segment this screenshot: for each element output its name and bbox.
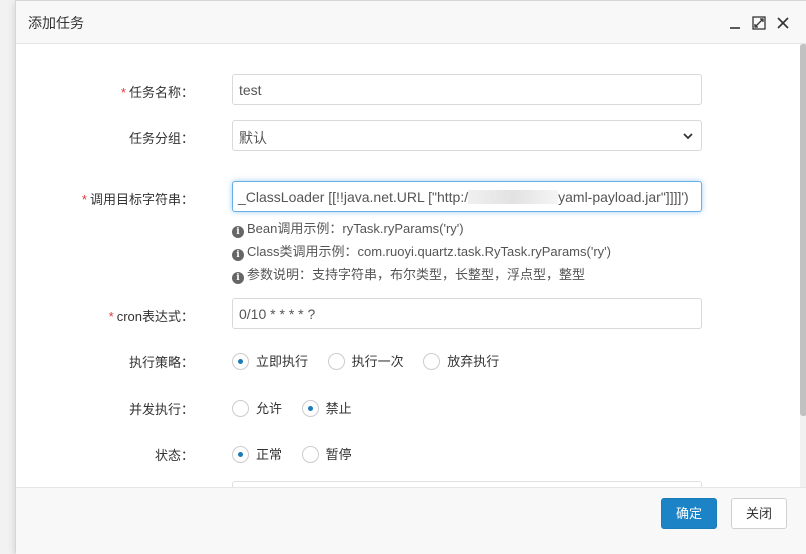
status-radio-group: 正常 暂停 (232, 444, 368, 463)
concurrent-label: 并发执行： (128, 402, 194, 417)
info-icon: i (232, 272, 244, 284)
concurrent-radio-group: 允许 禁止 (232, 398, 368, 417)
required-marker: * (81, 192, 87, 207)
help-class: i Class类调用示例：com.ruoyi.quartz.task.RyTask… (232, 241, 611, 261)
misfire-option-abandon[interactable]: 放弃执行 (423, 351, 499, 370)
radio-unchecked-icon (423, 353, 441, 370)
radio-checked-icon (232, 353, 249, 370)
radio-unchecked-icon (327, 353, 345, 370)
add-task-dialog: 添加任务 * 任务名称： test 任务分组： 默认 * 调用目标字符串： _Cla… (15, 0, 806, 554)
close-button[interactable]: 关闭 (731, 498, 787, 529)
status-option-normal[interactable]: 正常 (232, 444, 282, 463)
cron-input[interactable]: 0/10 * * * * ? (232, 298, 702, 329)
maximize-icon[interactable] (751, 15, 767, 31)
status-option-paused[interactable]: 暂停 (301, 444, 352, 463)
required-marker: * (108, 309, 114, 324)
chevron-down-icon (683, 133, 693, 140)
confirm-button[interactable]: 确定 (661, 498, 717, 529)
radio-checked-icon (301, 400, 319, 417)
status-label: 状态： (154, 448, 194, 463)
scrollbar[interactable] (800, 44, 806, 487)
required-marker: * (120, 85, 126, 100)
misfire-label: 执行策略： (128, 355, 194, 370)
help-params: i 参数说明：支持字符串，布尔类型，长整型，浮点型，整型 (232, 264, 585, 284)
info-icon: i (232, 226, 244, 238)
minimize-icon[interactable] (727, 15, 743, 31)
misfire-option-immediate[interactable]: 立即执行 (232, 351, 308, 370)
dialog-footer: 确定 关闭 (16, 487, 806, 554)
radio-checked-icon (232, 446, 249, 463)
dialog-body: * 任务名称： test 任务分组： 默认 * 调用目标字符串： _ClassLoa… (16, 44, 806, 487)
concurrent-option-forbid[interactable]: 禁止 (301, 398, 352, 417)
close-icon[interactable] (775, 15, 791, 31)
job-group-label: 任务分组： (128, 131, 194, 146)
job-name-input[interactable]: test (232, 74, 702, 105)
dialog-title: 添加任务 (28, 15, 84, 31)
dialog-titlebar[interactable]: 添加任务 (16, 1, 806, 44)
job-group-select[interactable]: 默认 (232, 120, 702, 151)
scrollbar-thumb[interactable] (800, 44, 806, 416)
misfire-radio-group: 立即执行 执行一次 放弃执行 (232, 351, 515, 370)
info-icon: i (232, 249, 244, 261)
help-bean: i Bean调用示例：ryTask.ryParams('ry') (232, 218, 464, 238)
concurrent-option-allow[interactable]: 允许 (232, 398, 282, 417)
radio-unchecked-icon (232, 400, 249, 417)
invoke-target-label: * 调用目标字符串： (81, 192, 194, 207)
radio-unchecked-icon (301, 446, 319, 463)
job-name-label: * 任务名称： (120, 85, 194, 100)
invoke-target-input[interactable]: _ClassLoader [[!!java.net.URL ["http:/ya… (232, 181, 702, 212)
misfire-option-once[interactable]: 执行一次 (327, 351, 404, 370)
redacted-text (468, 190, 559, 204)
cron-label: * cron表达式： (108, 309, 194, 324)
